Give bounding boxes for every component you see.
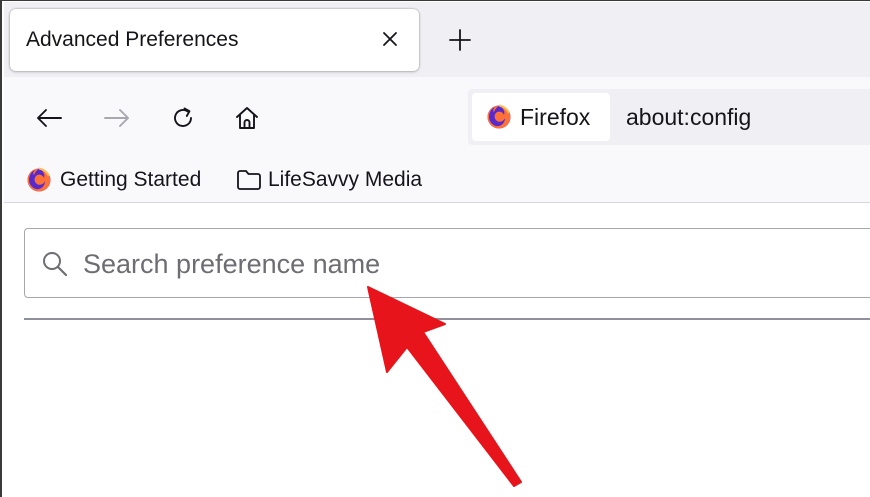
reload-icon[interactable] bbox=[164, 99, 202, 137]
bookmark-label: LifeSavvy Media bbox=[268, 168, 423, 191]
folder-icon bbox=[236, 169, 262, 191]
bookmark-getting-started[interactable]: Getting Started bbox=[26, 165, 201, 195]
tab-advanced-preferences[interactable]: Advanced Preferences bbox=[10, 9, 419, 71]
identity-label: Firefox bbox=[520, 103, 591, 130]
firefox-logo-icon bbox=[486, 104, 512, 130]
url-bar[interactable]: Firefox about:config bbox=[468, 89, 870, 145]
bookmarks-toolbar: Getting Started LifeSavvy Media bbox=[4, 157, 870, 203]
close-icon[interactable] bbox=[374, 23, 406, 55]
arrow-right-icon[interactable] bbox=[98, 99, 136, 137]
identity-box[interactable]: Firefox bbox=[472, 93, 610, 141]
preference-search-box[interactable] bbox=[24, 228, 870, 298]
tab-strip: Advanced Preferences bbox=[4, 2, 870, 77]
tab-title: Advanced Preferences bbox=[26, 28, 239, 51]
bookmark-label: Getting Started bbox=[60, 168, 202, 191]
divider bbox=[24, 318, 870, 320]
about-config-page bbox=[4, 204, 870, 497]
browser-window: Advanced Preferences Firefox about:confi… bbox=[0, 0, 870, 497]
arrow-left-icon[interactable] bbox=[30, 99, 68, 137]
search-input[interactable] bbox=[83, 244, 783, 284]
firefox-logo-icon bbox=[26, 167, 52, 193]
search-icon bbox=[41, 250, 71, 280]
url-text[interactable]: about:config bbox=[626, 104, 751, 131]
navigation-toolbar: Firefox about:config bbox=[4, 77, 870, 157]
plus-icon[interactable] bbox=[442, 22, 478, 58]
bookmark-lifesavvy-media[interactable]: LifeSavvy Media bbox=[236, 165, 422, 195]
home-icon[interactable] bbox=[228, 99, 266, 137]
